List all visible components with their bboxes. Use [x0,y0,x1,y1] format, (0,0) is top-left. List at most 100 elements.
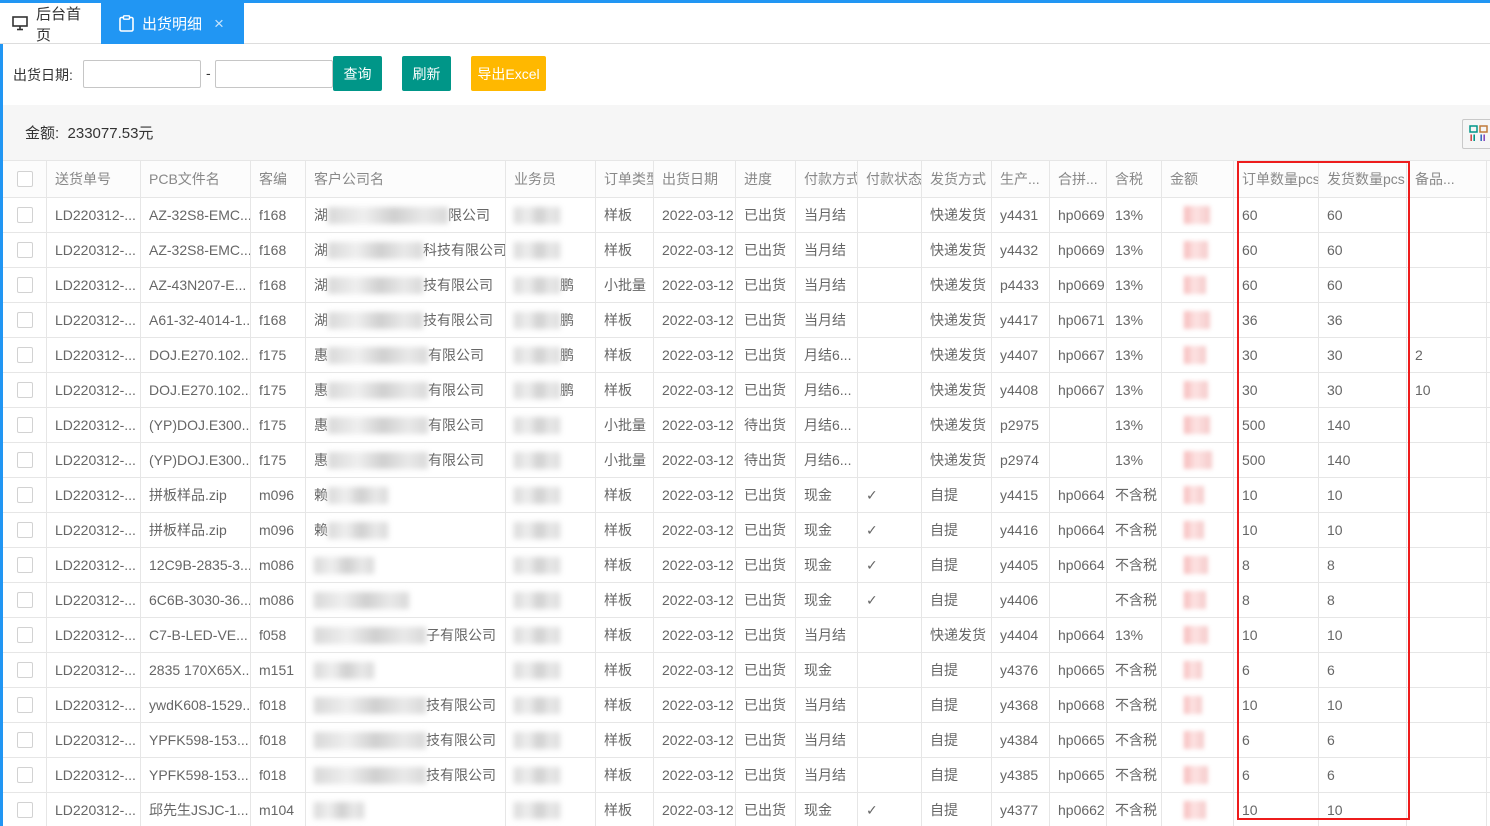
cell-value: y4385 [1000,767,1038,783]
export-excel-button[interactable]: 导出Excel [471,56,546,91]
tab-backend-home[interactable]: 后台首页 [0,3,101,44]
cell-amount [1162,793,1234,826]
cell-value: y4432 [1000,242,1038,258]
row-checkbox[interactable] [17,697,33,713]
cell-value: 2022-03-12 [662,277,734,293]
salesperson-suffix: 鹏 [560,380,574,400]
redacted-text [328,207,448,224]
query-button[interactable]: 查询 [333,56,382,91]
cell-otype: 小批量 [596,443,654,477]
cell-value: 现金 [804,555,832,575]
cell-paystat [858,443,922,477]
select-all-checkbox[interactable] [17,171,33,187]
row-checkbox[interactable] [17,207,33,223]
cell-value: f018 [259,732,286,748]
cell-tax: 不含税 [1107,548,1162,582]
cell-value: 已出货 [744,275,786,295]
row-checkbox[interactable] [17,382,33,398]
cell-shipm: 快递发货 [922,338,992,372]
cell-cb [3,688,47,722]
row-checkbox[interactable] [17,802,33,818]
row-checkbox[interactable] [17,417,33,433]
cell-value: 2022-03-12 [662,207,734,223]
company-prefix: 湖 [314,275,328,295]
cell-value: LD220312-... [55,347,136,363]
cell-company: 技有限公司 [306,723,506,757]
cell-pay: 当月结 [796,198,858,232]
cell-value: 60 [1327,277,1343,293]
cell-amount [1162,478,1234,512]
cell-value: 快递发货 [930,205,986,225]
row-checkbox[interactable] [17,732,33,748]
company-suffix: 有限公司 [428,415,484,435]
row-checkbox[interactable] [17,347,33,363]
ship-date-end-input[interactable] [215,60,333,88]
total-amount: 金额: 233077.53元 [25,122,153,143]
refresh-button[interactable]: 刷新 [402,56,451,91]
cell-value: LD220312-... [55,382,136,398]
cell-value: m096 [259,487,294,503]
redacted-text [328,487,388,504]
cell-value: 已出货 [744,660,786,680]
company-prefix: 赖 [314,485,328,505]
redacted-amount [1184,731,1204,749]
tab-shipment-detail[interactable]: 出货明细 × [101,3,244,44]
row-checkbox[interactable] [17,242,33,258]
cell-pcb: 6C6B-3030-36... [141,583,251,617]
cell-order_no: LD220312-... [47,303,141,337]
cell-company [306,548,506,582]
cell-value: LD220312-... [55,627,136,643]
cell-sales [506,758,596,792]
row-checkbox[interactable] [17,767,33,783]
cell-value: f175 [259,347,286,363]
redacted-amount [1184,416,1210,434]
company-suffix: 技有限公司 [426,765,496,785]
cell-pay: 当月结 [796,268,858,302]
cell-value: 2835 170X65X... [149,662,251,678]
cell-merge: hp0669 [1050,268,1107,302]
columns-settings-button[interactable] [1462,119,1490,149]
cell-value: LD220312-... [55,802,136,818]
cell-value: 当月结 [804,765,846,785]
column-label: 合拼... [1058,169,1098,189]
cell-qo: 10 [1234,688,1319,722]
row-checkbox[interactable] [17,277,33,293]
column-label: 客编 [259,169,287,189]
cell-prod: y4415 [992,478,1050,512]
ship-date-start-input[interactable] [83,60,201,88]
redacted-text [514,802,560,819]
row-checkbox[interactable] [17,557,33,573]
cell-sales [506,688,596,722]
row-checkbox[interactable] [17,627,33,643]
company-prefix: 惠 [314,345,328,365]
cell-value: ywdK608-1529... [149,697,251,713]
cell-value: 当月结 [804,275,846,295]
row-checkbox[interactable] [17,592,33,608]
column-label: 出货日期 [662,169,718,189]
row-checkbox[interactable] [17,487,33,503]
close-icon[interactable]: × [214,14,224,34]
cell-company [306,793,506,826]
cell-merge: hp0664 [1050,513,1107,547]
cell-sdate: 2022-03-12 [654,373,736,407]
columns-icon [1469,125,1489,143]
row-checkbox[interactable] [17,662,33,678]
cell-merge: hp0664 [1050,618,1107,652]
cell-pay: 当月结 [796,618,858,652]
cell-value: 10 [1327,697,1343,713]
row-checkbox[interactable] [17,522,33,538]
redacted-amount [1184,381,1208,399]
cell-sales [506,583,596,617]
cell-value: 自提 [930,695,958,715]
row-checkbox[interactable] [17,452,33,468]
col-header-shipm: 发货方式 [922,161,992,197]
cell-value: y4376 [1000,662,1038,678]
cell-amount [1162,198,1234,232]
row-checkbox[interactable] [17,312,33,328]
cell-qo: 10 [1234,618,1319,652]
cell-value: 样板 [604,240,632,260]
cell-tax: 13% [1107,443,1162,477]
cell-spare [1407,653,1487,687]
cell-value: ✓ [866,557,878,574]
cell-value: 已出货 [744,625,786,645]
